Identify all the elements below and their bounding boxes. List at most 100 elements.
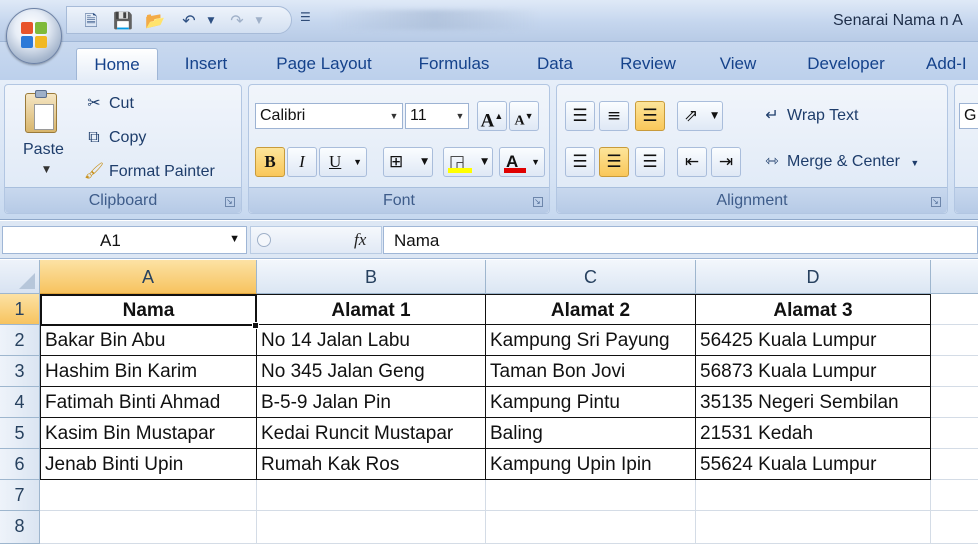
column-header-e[interactable]: [931, 260, 978, 294]
cell-d4[interactable]: 35135 Negeri Sembilan: [696, 387, 931, 418]
cell-c5[interactable]: Baling: [486, 418, 696, 449]
fill-handle[interactable]: [252, 322, 259, 329]
tab-add-ins[interactable]: Add-I: [926, 52, 978, 80]
circle-handle-icon[interactable]: [257, 233, 271, 247]
decrease-indent-button[interactable]: ⇤: [677, 147, 707, 177]
tab-review[interactable]: Review: [610, 52, 686, 80]
row-header-1[interactable]: 1: [0, 294, 40, 325]
cell-b7[interactable]: [257, 480, 486, 511]
clipboard-launcher-icon[interactable]: ↘: [225, 197, 235, 207]
align-right-button[interactable]: ☰: [635, 147, 665, 177]
tab-page-layout[interactable]: Page Layout: [268, 52, 380, 80]
row-header-7[interactable]: 7: [0, 480, 40, 511]
cell-a6[interactable]: Jenab Binti Upin: [40, 449, 257, 480]
customize-toolbar-icon[interactable]: ☰: [300, 10, 311, 24]
save-icon[interactable]: 💾: [113, 11, 133, 31]
column-header-c[interactable]: C: [486, 260, 696, 294]
copy-button[interactable]: ⧉ Copy: [83, 125, 146, 151]
cell-e2[interactable]: [931, 325, 978, 356]
cell-e6[interactable]: [931, 449, 978, 480]
borders-button[interactable]: ⊞ ▼: [383, 147, 433, 177]
name-box[interactable]: A1 ▼: [2, 226, 247, 254]
cell-c3[interactable]: Taman Bon Jovi: [486, 356, 696, 387]
align-middle-button[interactable]: ≡: [599, 101, 629, 131]
wrap-text-button[interactable]: ↵ Wrap Text: [761, 103, 858, 129]
cell-a2[interactable]: Bakar Bin Abu: [40, 325, 257, 356]
cut-button[interactable]: ✂ Cut: [83, 91, 134, 117]
office-button[interactable]: [6, 8, 62, 64]
shrink-font-button[interactable]: A▼: [509, 101, 539, 131]
open-folder-icon[interactable]: 📂: [145, 11, 165, 31]
cell-a7[interactable]: [40, 480, 257, 511]
cell-d3[interactable]: 56873 Kuala Lumpur: [696, 356, 931, 387]
cell-c4[interactable]: Kampung Pintu: [486, 387, 696, 418]
tab-data[interactable]: Data: [530, 52, 580, 80]
underline-button[interactable]: U ▼: [319, 147, 367, 177]
tab-insert[interactable]: Insert: [172, 52, 240, 80]
undo-icon[interactable]: ↶: [179, 11, 199, 31]
new-document-icon[interactable]: 🗎: [81, 11, 101, 31]
cell-b6[interactable]: Rumah Kak Ros: [257, 449, 486, 480]
cell-a5[interactable]: Kasim Bin Mustapar: [40, 418, 257, 449]
undo-dropdown-icon[interactable]: ▼: [201, 11, 221, 31]
merge-center-button[interactable]: ⇿ Merge & Center ▼: [761, 149, 919, 175]
cell-e8[interactable]: [931, 511, 978, 544]
formula-input[interactable]: Nama: [383, 226, 978, 254]
redo-dropdown-icon[interactable]: ▼: [249, 11, 269, 31]
font-launcher-icon[interactable]: ↘: [533, 197, 543, 207]
align-center-button[interactable]: ☰: [599, 147, 629, 177]
number-format-combo[interactable]: G: [959, 103, 978, 129]
bold-button[interactable]: B: [255, 147, 285, 177]
cell-b4[interactable]: B-5-9 Jalan Pin: [257, 387, 486, 418]
cell-c8[interactable]: [486, 511, 696, 544]
cell-b3[interactable]: No 345 Jalan Geng: [257, 356, 486, 387]
cell-a4[interactable]: Fatimah Binti Ahmad: [40, 387, 257, 418]
font-size-combo[interactable]: 11 ▼: [405, 103, 469, 129]
cell-b5[interactable]: Kedai Runcit Mustapar: [257, 418, 486, 449]
cell-e5[interactable]: [931, 418, 978, 449]
font-name-combo[interactable]: Calibri ▼: [255, 103, 403, 129]
fill-color-button[interactable]: ◲ ▼: [443, 147, 493, 177]
cell-b2[interactable]: No 14 Jalan Labu: [257, 325, 486, 356]
align-top-button[interactable]: ☰: [565, 101, 595, 131]
row-header-2[interactable]: 2: [0, 325, 40, 356]
format-painter-button[interactable]: 🖌 Format Painter: [83, 159, 215, 185]
row-header-6[interactable]: 6: [0, 449, 40, 480]
cell-a3[interactable]: Hashim Bin Karim: [40, 356, 257, 387]
cell-c7[interactable]: [486, 480, 696, 511]
align-bottom-button[interactable]: ☰: [635, 101, 665, 131]
tab-developer[interactable]: Developer: [796, 52, 896, 80]
increase-indent-button[interactable]: ⇥: [711, 147, 741, 177]
alignment-launcher-icon[interactable]: ↘: [931, 197, 941, 207]
orientation-button[interactable]: ⇗ ▼: [677, 101, 723, 131]
italic-button[interactable]: I: [287, 147, 317, 177]
cell-d7[interactable]: [696, 480, 931, 511]
paste-button[interactable]: Paste ▼: [11, 89, 73, 185]
row-header-5[interactable]: 5: [0, 418, 40, 449]
tab-formulas[interactable]: Formulas: [408, 52, 500, 80]
cell-a1[interactable]: Nama: [40, 294, 257, 325]
cell-d6[interactable]: 55624 Kuala Lumpur: [696, 449, 931, 480]
cell-d5[interactable]: 21531 Kedah: [696, 418, 931, 449]
cell-e7[interactable]: [931, 480, 978, 511]
tab-home[interactable]: Home: [76, 48, 158, 81]
cell-d8[interactable]: [696, 511, 931, 544]
column-header-a[interactable]: A: [40, 260, 257, 294]
align-left-button[interactable]: ☰: [565, 147, 595, 177]
row-header-8[interactable]: 8: [0, 511, 40, 544]
cell-e4[interactable]: [931, 387, 978, 418]
row-header-4[interactable]: 4: [0, 387, 40, 418]
cell-a8[interactable]: [40, 511, 257, 544]
select-all-corner[interactable]: [0, 260, 40, 294]
redo-icon[interactable]: ↷: [227, 11, 247, 31]
column-header-d[interactable]: D: [696, 260, 931, 294]
cell-c2[interactable]: Kampung Sri Payung: [486, 325, 696, 356]
cell-d1[interactable]: Alamat 3: [696, 294, 931, 325]
cell-c6[interactable]: Kampung Upin Ipin: [486, 449, 696, 480]
cell-e1[interactable]: [931, 294, 978, 325]
cell-d2[interactable]: 56425 Kuala Lumpur: [696, 325, 931, 356]
cell-b1[interactable]: Alamat 1: [257, 294, 486, 325]
row-header-3[interactable]: 3: [0, 356, 40, 387]
column-header-b[interactable]: B: [257, 260, 486, 294]
insert-function-button[interactable]: fx: [354, 230, 366, 250]
